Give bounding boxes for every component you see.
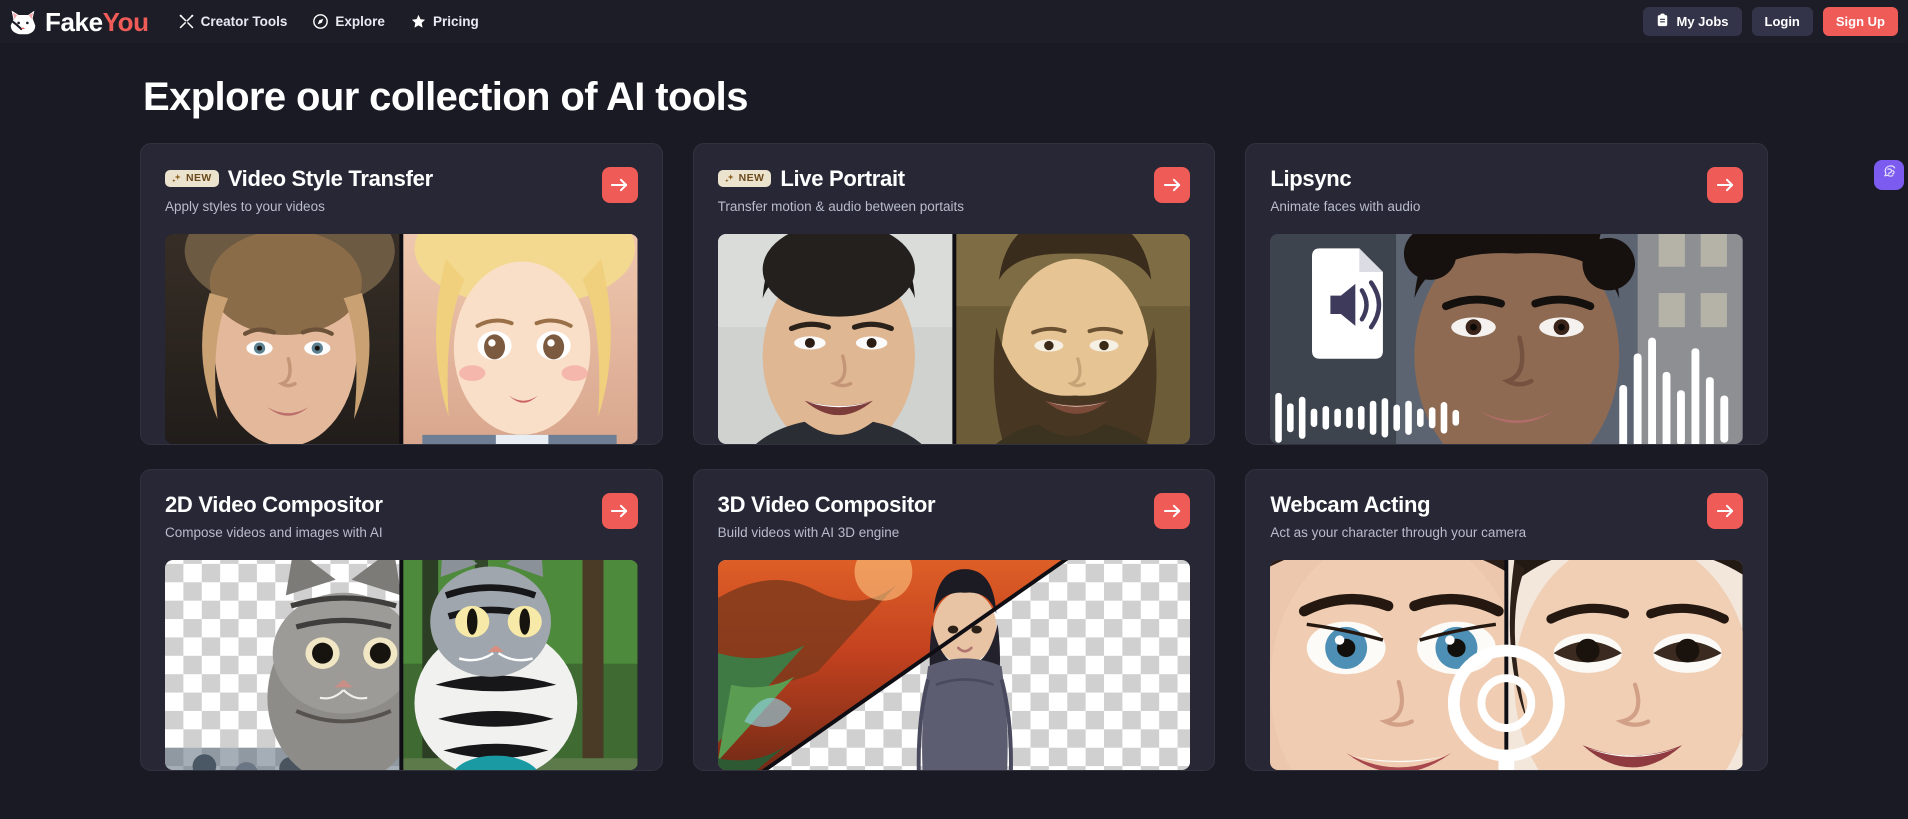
tool-card-grid: NEW Video Style Transfer Apply styles to… — [140, 143, 1768, 771]
nav-label-explore: Explore — [335, 14, 385, 29]
card-text-block: NEW Live Portrait Transfer motion & audi… — [717, 166, 965, 216]
card-title: Live Portrait — [780, 166, 905, 191]
card-title: 2D Video Compositor — [165, 491, 383, 517]
card-thumbnail-2d-video-compositor — [165, 559, 638, 770]
arrow-right-icon — [1163, 177, 1182, 193]
arrow-right-icon — [1163, 503, 1182, 519]
card-thumbnail-3d-video-compositor — [717, 559, 1191, 770]
signup-button[interactable]: Sign Up — [1822, 7, 1898, 36]
logo-link[interactable]: FakeYou — [8, 8, 149, 36]
card-header: 3D Video Compositor Build videos with AI… — [718, 492, 1191, 542]
card-subtitle: Apply styles to your videos — [165, 199, 325, 215]
nav-label-pricing: Pricing — [432, 14, 479, 29]
card-open-button[interactable] — [1154, 492, 1191, 529]
arrow-right-icon — [610, 503, 629, 519]
fox-logo-icon — [8, 8, 38, 36]
card-subtitle: Transfer motion & audio between portaits — [717, 199, 965, 215]
site-header: FakeYou Creator Tools Explore Pricing My… — [0, 0, 1908, 43]
arrow-right-icon — [610, 177, 629, 193]
status-badge-label: NEW — [738, 172, 765, 185]
compass-icon — [313, 14, 329, 29]
nav-item-explore[interactable]: Explore — [313, 14, 385, 29]
sparkle-icon — [724, 173, 735, 184]
card-thumbnail-lipsync — [1270, 233, 1743, 444]
card-title-row: Lipsync — [1270, 166, 1420, 191]
clipboard-icon — [1656, 13, 1669, 30]
card-open-button[interactable] — [601, 167, 638, 203]
card-header: 2D Video Compositor Compose videos and i… — [165, 492, 638, 542]
page-title: Explore our collection of AI tools — [143, 75, 748, 119]
card-text-block: 3D Video Compositor Build videos with AI… — [718, 492, 936, 542]
card-title-row: Webcam Acting — [1270, 492, 1526, 517]
card-subtitle: Build videos with AI 3D engine — [717, 525, 900, 541]
card-title: 3D Video Compositor — [717, 491, 936, 517]
card-thumbnail-webcam-acting — [1270, 559, 1743, 770]
card-text-block: Webcam Acting Act as your character thro… — [1270, 492, 1526, 542]
login-button[interactable]: Login — [1751, 7, 1813, 36]
arrow-right-icon — [1716, 177, 1735, 193]
nav-item-creator-tools[interactable]: Creator Tools — [179, 14, 288, 29]
card-text-block: 2D Video Compositor Compose videos and i… — [165, 492, 383, 542]
card-title-row: NEW Video Style Transfer — [165, 166, 433, 191]
status-badge-new: NEW — [165, 170, 219, 188]
logo-text-you: You — [102, 6, 149, 37]
sparkle-icon — [171, 173, 182, 184]
tool-card-live-portrait[interactable]: NEW Live Portrait Transfer motion & audi… — [692, 143, 1216, 445]
my-jobs-label: My Jobs — [1676, 14, 1729, 29]
star-icon — [411, 14, 426, 29]
status-badge-label: NEW — [186, 172, 212, 185]
tool-card-3d-video-compositor[interactable]: 3D Video Compositor Build videos with AI… — [692, 468, 1216, 771]
tool-card-video-style-transfer[interactable]: NEW Video Style Transfer Apply styles to… — [140, 143, 663, 445]
status-badge-new: NEW — [717, 170, 772, 188]
brain-chat-icon — [1880, 163, 1899, 187]
card-subtitle: Compose videos and images with AI — [165, 525, 383, 541]
nav-label-creator-tools: Creator Tools — [200, 14, 288, 29]
card-title: Webcam Acting — [1270, 491, 1431, 517]
header-actions: My Jobs Login Sign Up — [1643, 7, 1898, 36]
my-jobs-button[interactable]: My Jobs — [1643, 7, 1742, 36]
card-text-block: NEW Video Style Transfer Apply styles to… — [165, 166, 433, 216]
tools-icon — [179, 14, 194, 29]
signup-label: Sign Up — [1835, 14, 1885, 29]
card-header: Lipsync Animate faces with audio — [1270, 166, 1743, 216]
card-header: NEW Video Style Transfer Apply styles to… — [165, 166, 638, 216]
card-text-block: Lipsync Animate faces with audio — [1270, 166, 1420, 216]
tool-card-lipsync[interactable]: Lipsync Animate faces with audio — [1245, 143, 1768, 445]
main-nav: Creator Tools Explore Pricing — [179, 14, 479, 29]
card-thumbnail-live-portrait — [717, 233, 1191, 444]
card-subtitle: Act as your character through your camer… — [1270, 525, 1527, 541]
card-open-button[interactable] — [601, 492, 638, 529]
assistant-widget-button[interactable] — [1874, 160, 1904, 190]
card-title-row: NEW Live Portrait — [717, 166, 964, 191]
login-label: Login — [1764, 14, 1800, 29]
card-subtitle: Animate faces with audio — [1270, 199, 1421, 215]
card-open-button[interactable] — [1707, 492, 1743, 529]
card-open-button[interactable] — [1154, 167, 1191, 203]
card-title-row: 3D Video Compositor — [718, 492, 936, 517]
card-header: Webcam Acting Act as your character thro… — [1270, 492, 1743, 542]
main-content: Explore our collection of AI tools NEW V… — [0, 43, 1908, 819]
logo-text-fake: Fake — [45, 6, 103, 37]
card-open-button[interactable] — [1707, 167, 1743, 203]
tool-card-2d-video-compositor[interactable]: 2D Video Compositor Compose videos and i… — [140, 468, 663, 771]
nav-item-pricing[interactable]: Pricing — [411, 14, 479, 29]
card-title-row: 2D Video Compositor — [165, 492, 383, 517]
arrow-right-icon — [1716, 503, 1735, 519]
card-title: Lipsync — [1270, 166, 1352, 191]
card-title: Video Style Transfer — [227, 166, 433, 191]
card-header: NEW Live Portrait Transfer motion & audi… — [717, 166, 1191, 216]
tool-card-webcam-acting[interactable]: Webcam Acting Act as your character thro… — [1245, 468, 1768, 771]
card-thumbnail-video-style-transfer — [165, 233, 638, 444]
logo-wordmark: FakeYou — [45, 9, 149, 35]
